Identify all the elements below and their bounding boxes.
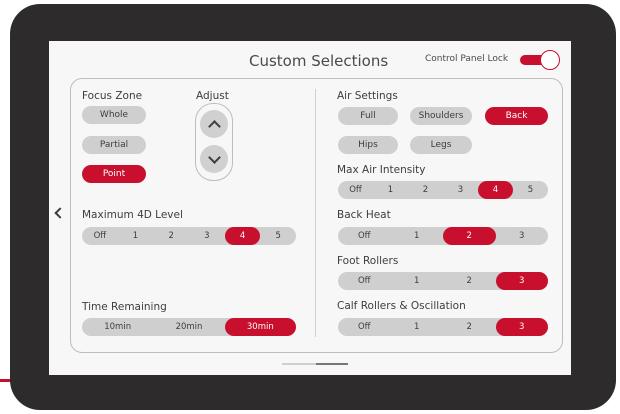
air-back-button[interactable]: Back — [485, 107, 548, 125]
calf-rollers-off[interactable]: Off — [338, 318, 391, 336]
foot-rollers-selector: Off 1 2 3 — [338, 272, 548, 290]
chevron-down-icon — [207, 150, 221, 164]
air-shoulders-button[interactable]: Shoulders — [410, 107, 472, 125]
focus-zone-whole-button[interactable]: Whole — [82, 106, 146, 124]
foot-rollers-2[interactable]: 2 — [443, 272, 496, 290]
tablet-screen: Custom Selections Control Panel Lock Foc… — [49, 41, 571, 375]
back-heat-2[interactable]: 2 — [443, 227, 496, 245]
panel-divider — [315, 89, 316, 337]
back-heat-label: Back Heat — [337, 209, 391, 221]
adjust-up-button[interactable] — [200, 110, 228, 138]
max-4d-5[interactable]: 5 — [260, 227, 296, 245]
max-4d-level-label: Maximum 4D Level — [82, 209, 183, 221]
max-air-intensity-label: Max Air Intensity — [337, 164, 426, 176]
home-indicator[interactable] — [282, 363, 348, 366]
max-air-intensity-selector: Off 1 2 3 4 5 — [338, 181, 548, 199]
foot-rollers-off[interactable]: Off — [338, 272, 391, 290]
max-air-3[interactable]: 3 — [443, 181, 478, 199]
max-4d-off[interactable]: Off — [82, 227, 118, 245]
max-4d-level-selector: Off 1 2 3 4 5 — [82, 227, 296, 245]
max-air-off[interactable]: Off — [338, 181, 373, 199]
focus-zone-label: Focus Zone — [82, 90, 143, 102]
calf-rollers-1[interactable]: 1 — [391, 318, 444, 336]
max-air-4[interactable]: 4 — [478, 181, 513, 199]
calf-rollers-3[interactable]: 3 — [495, 318, 548, 336]
foot-rollers-label: Foot Rollers — [337, 255, 399, 267]
calf-rollers-selector: Off 1 2 3 — [338, 318, 548, 336]
back-heat-off[interactable]: Off — [338, 227, 391, 245]
control-panel-lock-label: Control Panel Lock — [425, 54, 509, 64]
time-20min[interactable]: 20min — [153, 318, 224, 336]
focus-zone-partial-button[interactable]: Partial — [82, 136, 146, 154]
chevron-left-icon[interactable] — [54, 206, 66, 220]
foot-rollers-1[interactable]: 1 — [391, 272, 444, 290]
back-heat-selector: Off 1 2 3 — [338, 227, 548, 245]
adjust-control — [195, 103, 233, 181]
adjust-label: Adjust — [196, 90, 229, 102]
adjust-down-button[interactable] — [200, 145, 228, 173]
air-legs-button[interactable]: Legs — [410, 136, 472, 154]
air-settings-label: Air Settings — [337, 90, 398, 102]
focus-zone-point-button[interactable]: Point — [82, 165, 146, 183]
max-air-1[interactable]: 1 — [373, 181, 408, 199]
time-remaining-label: Time Remaining — [82, 301, 167, 313]
time-10min[interactable]: 10min — [82, 318, 153, 336]
toggle-knob — [540, 50, 560, 70]
max-4d-4[interactable]: 4 — [224, 227, 261, 245]
foot-rollers-3[interactable]: 3 — [495, 272, 548, 290]
max-4d-3[interactable]: 3 — [189, 227, 225, 245]
calf-rollers-2[interactable]: 2 — [443, 318, 496, 336]
max-4d-2[interactable]: 2 — [153, 227, 189, 245]
max-air-2[interactable]: 2 — [408, 181, 443, 199]
calf-rollers-label: Calf Rollers & Oscillation — [337, 300, 466, 312]
air-full-button[interactable]: Full — [338, 107, 398, 125]
max-air-5[interactable]: 5 — [513, 181, 548, 199]
back-heat-3[interactable]: 3 — [496, 227, 549, 245]
control-panel-lock-toggle[interactable] — [520, 50, 560, 70]
max-4d-1[interactable]: 1 — [118, 227, 154, 245]
time-30min[interactable]: 30min — [224, 318, 296, 336]
time-remaining-selector: 10min 20min 30min — [82, 318, 296, 336]
page-title: Custom Selections — [249, 52, 389, 70]
air-hips-button[interactable]: Hips — [338, 136, 398, 154]
chevron-up-icon — [207, 119, 221, 133]
back-heat-1[interactable]: 1 — [391, 227, 444, 245]
